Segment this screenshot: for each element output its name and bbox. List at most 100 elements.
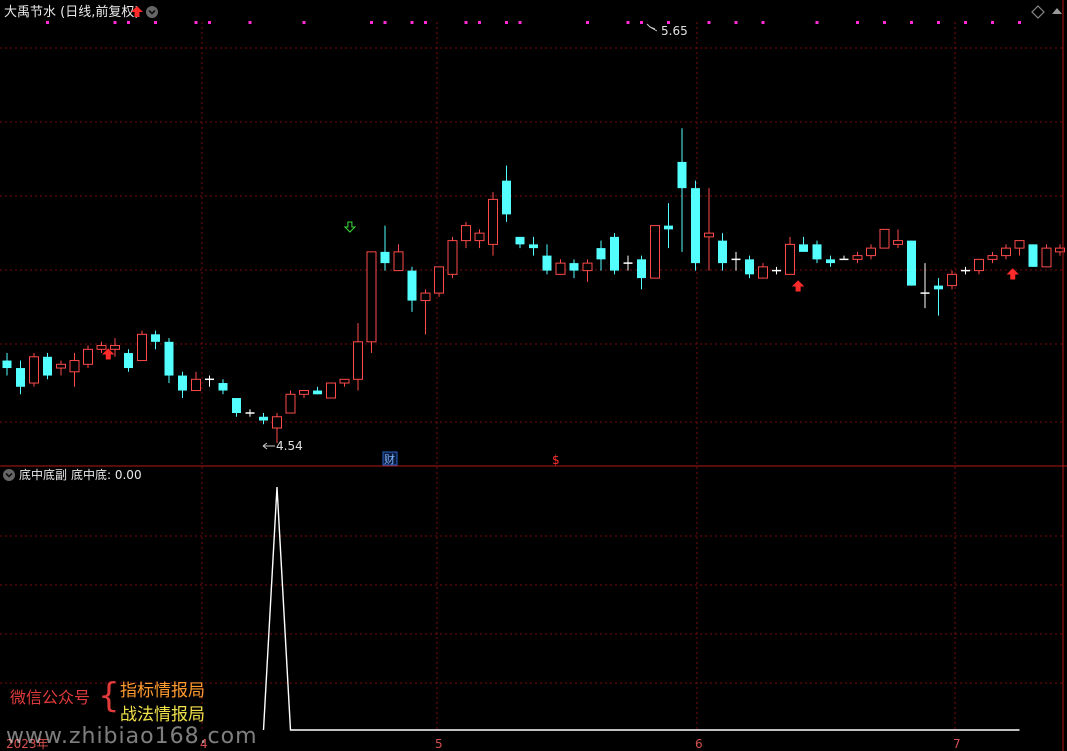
candle — [69, 353, 80, 387]
signal-dot — [383, 21, 387, 24]
candle-body — [56, 363, 66, 369]
candle-body — [218, 383, 228, 391]
signal-dot — [640, 21, 643, 24]
signal-dot — [248, 21, 252, 24]
candle-body — [124, 353, 133, 369]
candle-body — [353, 341, 363, 380]
watermark-brace: { — [98, 676, 120, 716]
candle-body — [745, 259, 754, 275]
watermark-right-top: 指标情报局 — [120, 681, 205, 701]
candle — [205, 375, 214, 387]
diamond-icon[interactable] — [1031, 5, 1045, 19]
dividend-marker[interactable]: $ — [552, 453, 560, 467]
candle — [366, 251, 377, 354]
candle-body — [1028, 244, 1038, 267]
candle-body — [380, 251, 390, 264]
candle — [961, 266, 970, 275]
candle — [124, 349, 133, 372]
candle — [83, 345, 93, 369]
candle — [29, 353, 39, 387]
candle — [474, 229, 485, 249]
candle-body — [2, 360, 12, 369]
candle — [664, 203, 673, 249]
candle — [393, 244, 404, 272]
candle-body — [947, 273, 957, 287]
expand-icon[interactable] — [1052, 8, 1062, 14]
candle-body — [461, 225, 471, 242]
candle-body — [664, 225, 673, 230]
candle — [1001, 244, 1011, 260]
candle-body — [407, 270, 417, 301]
signal-dot — [46, 21, 49, 24]
indicator-series-label: 底中底: 0.00 — [71, 467, 142, 482]
finance-marker: 财 — [384, 452, 395, 466]
chevron-down-icon[interactable] — [146, 6, 158, 18]
candle-body — [650, 225, 660, 279]
signal-dot — [856, 21, 859, 24]
candle-body — [393, 251, 404, 272]
candle-body — [313, 390, 322, 395]
signal-dot — [991, 21, 994, 24]
signal-dot — [154, 21, 157, 24]
candle-body — [826, 259, 835, 264]
candle — [299, 390, 309, 399]
candle-body — [610, 236, 619, 271]
buy-arrow-icon — [102, 348, 115, 360]
candle — [718, 233, 727, 271]
candle-body — [299, 390, 309, 395]
signal-dot — [883, 21, 886, 24]
candle-body — [987, 255, 998, 260]
candle-body — [879, 228, 890, 249]
grid-lines — [0, 22, 1062, 730]
candle — [259, 413, 268, 425]
candle — [434, 266, 444, 297]
candle — [1041, 244, 1052, 268]
candle — [785, 236, 795, 275]
indicator-line — [262, 486, 1020, 731]
candlestick-series — [2, 128, 1065, 443]
x-axis-month-labels: 4567 — [200, 737, 961, 751]
signal-dot — [815, 21, 819, 24]
candle-body — [582, 262, 593, 272]
candle — [582, 259, 593, 282]
candle — [151, 330, 160, 350]
candle-body — [285, 393, 296, 414]
candle — [691, 180, 700, 271]
candle — [826, 255, 835, 267]
sub-chevron-down-icon[interactable] — [3, 469, 15, 481]
candle — [461, 221, 471, 249]
watermark-site: www.zhibiao168.com — [6, 724, 258, 749]
candle — [488, 191, 498, 256]
candle — [232, 398, 241, 417]
signal-dot — [1018, 21, 1021, 24]
candle-body — [191, 378, 201, 392]
candle-body — [637, 259, 646, 279]
candle — [623, 255, 633, 271]
candle-body — [366, 251, 377, 343]
candle-body — [542, 255, 552, 271]
candle — [16, 360, 25, 395]
signal-dot — [302, 21, 306, 24]
buy-arrow-icon — [791, 280, 805, 292]
candle-body — [1041, 247, 1052, 268]
candle — [420, 289, 431, 335]
candle — [569, 259, 579, 279]
signal-dot — [734, 21, 738, 24]
candle — [2, 353, 12, 376]
candle-body — [272, 416, 282, 429]
candle — [637, 255, 646, 290]
candle-body — [474, 232, 485, 242]
candle — [934, 278, 943, 316]
candle-body — [893, 240, 903, 245]
signal-dot — [208, 21, 211, 24]
watermark-right-bottom: 战法情报局 — [120, 705, 205, 725]
candle-body — [529, 244, 538, 249]
candle-body — [852, 255, 863, 260]
candle-body — [43, 356, 52, 376]
candle — [542, 244, 552, 275]
price-high-label: 5.65 — [661, 24, 688, 38]
candle-body — [326, 382, 336, 399]
signal-dot — [707, 21, 711, 24]
candle-body — [1001, 247, 1011, 257]
candle-body — [799, 244, 808, 252]
